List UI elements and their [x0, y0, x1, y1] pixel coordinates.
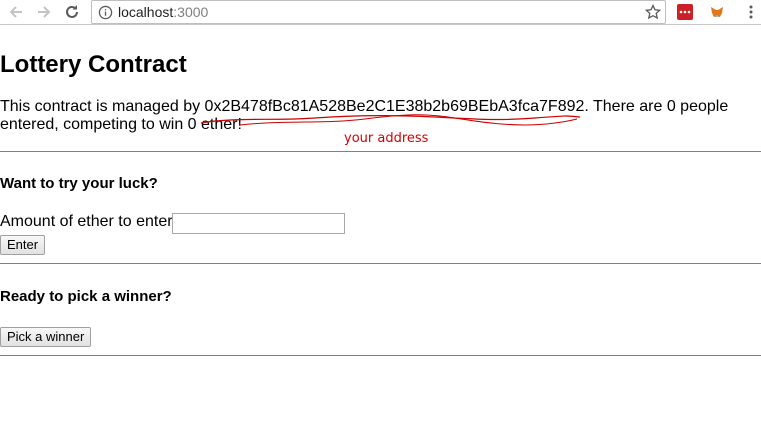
pick-winner-button[interactable]: Pick a winner	[0, 327, 92, 347]
amount-input[interactable]	[172, 213, 345, 234]
amount-label: Amount of ether to enter	[0, 213, 173, 230]
page-title: Lottery Contract	[0, 51, 187, 78]
info-icon[interactable]	[98, 5, 113, 20]
address-bar[interactable]: localhost:3000	[91, 0, 666, 24]
annotation-text: your address	[344, 131, 429, 146]
url-text: localhost:3000	[118, 4, 209, 20]
divider	[0, 151, 761, 152]
back-arrow-icon[interactable]	[7, 3, 25, 21]
divider	[0, 263, 761, 264]
bookmark-star-icon[interactable]	[645, 4, 661, 20]
lastpass-extension-icon[interactable]	[677, 4, 693, 20]
red-scribble-underline	[200, 114, 581, 126]
winner-section-heading: Ready to pick a winner?	[0, 288, 172, 305]
forward-arrow-icon[interactable]	[35, 3, 53, 21]
divider	[0, 355, 761, 356]
menu-kebab-icon[interactable]	[743, 4, 759, 20]
reload-icon[interactable]	[63, 3, 81, 21]
enter-button[interactable]: Enter	[0, 235, 46, 255]
metamask-fox-icon[interactable]	[709, 4, 725, 20]
browser-toolbar: localhost:3000	[0, 0, 761, 25]
enter-section-heading: Want to try your luck?	[0, 175, 158, 192]
